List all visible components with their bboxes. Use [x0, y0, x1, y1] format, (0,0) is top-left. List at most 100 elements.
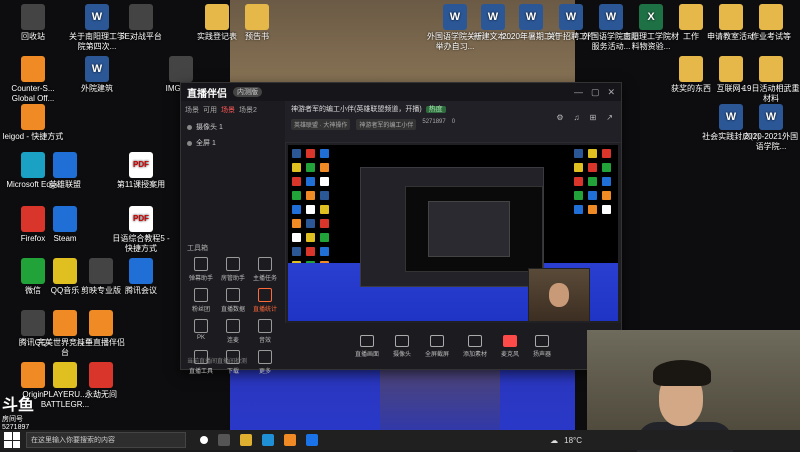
- app-logo: 直播伴侣: [187, 88, 227, 100]
- counter-icon: [21, 56, 45, 82]
- preview-mini-icon: [292, 219, 301, 228]
- browser-icon[interactable]: [306, 434, 318, 446]
- room-category[interactable]: 英雄联盟 · 大神操作: [291, 119, 351, 130]
- desktop-icon-label: 永劫无间: [85, 390, 117, 399]
- tool-icon: [258, 257, 272, 271]
- desktop-icon-zuoye[interactable]: 作业考试等: [740, 4, 800, 42]
- preview-mini-icon: [306, 163, 315, 172]
- control-button[interactable]: 添加素材: [463, 334, 488, 358]
- source-item[interactable]: 全屏 1: [181, 135, 285, 151]
- pdf1-icon: PDF: [129, 152, 153, 178]
- tool-button[interactable]: 主播任务: [249, 257, 281, 282]
- control-icon: [359, 334, 374, 347]
- tool-button[interactable]: 更多: [249, 350, 281, 375]
- app-titlebar[interactable]: 直播伴侣 内测版 — ▢ ✕: [181, 83, 621, 101]
- tool-button[interactable]: 音效: [249, 319, 281, 344]
- desktop-icon-leigod[interactable]: leigod - 快捷方式: [2, 104, 64, 142]
- desktop-icon-lol[interactable]: 英雄联盟: [34, 152, 96, 190]
- control-button[interactable]: 直播画面: [355, 334, 379, 358]
- desktop-icon-waijiao[interactable]: W 外院建筑: [66, 56, 128, 94]
- tool-button[interactable]: 直播统计: [249, 288, 281, 313]
- task-view-icon[interactable]: [218, 434, 230, 446]
- desktop-icon-tencentmeet[interactable]: 腾讯会议: [110, 258, 172, 296]
- control-button[interactable]: 摄像头: [393, 334, 411, 358]
- app-left-panel: 场景 可用 场景 场景2 摄像头 1 全屏 1 工具箱 弹幕助手 房管助手 主播任务 粉丝团直…: [181, 101, 286, 375]
- desktop-icon-19ri[interactable]: 19日活动相武重材料: [740, 56, 800, 104]
- room-name[interactable]: 神游者军的编工小伴: [356, 119, 417, 130]
- zuoye-icon: [759, 4, 783, 30]
- preview-mini-icon: [574, 191, 583, 200]
- scene-tab[interactable]: 场景: [221, 105, 235, 115]
- tool-button[interactable]: 粉丝团: [185, 288, 217, 313]
- desktop-icon-label: 预告书: [245, 32, 269, 41]
- visibility-icon[interactable]: [187, 140, 192, 146]
- version-badge: 内测版: [233, 87, 262, 97]
- cortana-icon[interactable]: [200, 436, 208, 444]
- desktop-icon-yongjie[interactable]: 永劫无间: [70, 362, 132, 400]
- tool-icon: [226, 319, 240, 333]
- file-explorer-icon[interactable]: [240, 434, 252, 446]
- preview-mini-icon: [574, 177, 583, 186]
- source-item[interactable]: 摄像头 1: [181, 119, 285, 135]
- share-icon[interactable]: ↗: [606, 113, 613, 122]
- desktop-icon-yugao[interactable]: 预告书: [226, 4, 288, 42]
- edge-icon[interactable]: [262, 434, 274, 446]
- preview-mini-icon: [292, 205, 301, 214]
- doc1-icon: W: [85, 4, 109, 30]
- tool-label: 下载: [226, 369, 239, 375]
- room-tag: 热度: [425, 106, 446, 113]
- img-icon: [169, 56, 193, 82]
- tool-button[interactable]: 连麦: [217, 319, 249, 344]
- steam-icon: [53, 206, 77, 232]
- room-info-bar: 神游者军的编工小伴(英雄联盟频道，开播) 热度 英雄联盟 · 大神操作 神游者军的…: [285, 101, 621, 143]
- desktop-icon-recycle[interactable]: 回收站: [2, 4, 64, 42]
- visibility-icon[interactable]: [187, 124, 192, 130]
- live-streaming-app-window[interactable]: 直播伴侣 内测版 — ▢ ✕ 场景 可用 场景 场景2 摄像头 1 全屏 1 工具箱 弹幕助…: [180, 82, 622, 375]
- tool-button[interactable]: PK: [185, 319, 217, 344]
- taskbar-search-input[interactable]: 在这里输入你要搜索的内容: [26, 432, 186, 448]
- desktop-icon-2020[interactable]: W 2020-2021外国语学院...: [740, 104, 800, 152]
- scene-tab[interactable]: 可用: [203, 105, 217, 115]
- settings-icon[interactable]: ⚙: [556, 113, 563, 122]
- desktop-icon-steam[interactable]: Steam: [34, 206, 96, 244]
- nested-preview-window-3: [428, 201, 510, 257]
- desktop-icon-5e[interactable]: 5E对战平台: [110, 4, 172, 42]
- tool-label: PK: [196, 335, 205, 341]
- desktop-icon-pdf2[interactable]: PDF 日语综合教程5 - 快捷方式: [110, 206, 172, 254]
- minimize-icon[interactable]: —: [574, 87, 583, 98]
- preview-mini-icon: [320, 177, 329, 186]
- source-label: 全屏 1: [196, 140, 216, 147]
- tool-button[interactable]: 弹幕助手: [185, 257, 217, 282]
- scene-tab[interactable]: 场景: [185, 105, 199, 115]
- maximize-icon[interactable]: ▢: [591, 87, 600, 98]
- tool-button[interactable]: 直播数据: [217, 288, 249, 313]
- preview-mini-icon: [320, 247, 329, 256]
- desktop-icon-label: 作业考试等: [751, 32, 791, 41]
- control-label: 添加素材: [463, 351, 488, 358]
- tool-button[interactable]: 房管助手: [217, 257, 249, 282]
- scene-tab[interactable]: 场景2: [239, 105, 257, 115]
- 2020-icon: W: [759, 104, 783, 130]
- tool-label: 音效: [258, 338, 271, 344]
- tool-icon: [258, 288, 272, 302]
- close-icon[interactable]: ✕: [607, 87, 615, 98]
- music-icon[interactable]: ♫: [574, 113, 580, 122]
- layout-icon[interactable]: ⊞: [590, 113, 597, 122]
- preview-mini-icon: [292, 149, 301, 158]
- control-button[interactable]: 全屏截屏: [425, 334, 449, 358]
- desktop-icon-label: Counter-S... Global Off...: [11, 84, 55, 103]
- douyu-icon[interactable]: [284, 434, 296, 446]
- tool-label: 更多: [258, 369, 271, 375]
- preview-mini-icon: [574, 163, 583, 172]
- desktop-icon-label: 回收站: [21, 32, 45, 41]
- desktop-icon-pdf1[interactable]: PDF 第11课授案用: [110, 152, 172, 190]
- preview-mini-icon: [588, 191, 597, 200]
- windows-start-icon[interactable]: [4, 432, 20, 448]
- nested-preview-window-2: [405, 186, 543, 272]
- control-button[interactable]: 扬声器: [533, 334, 552, 358]
- desktop-icon-counter[interactable]: Counter-S... Global Off...: [2, 56, 64, 104]
- control-label: 扬声器: [533, 351, 552, 358]
- control-button[interactable]: 麦克风: [501, 334, 519, 358]
- desktop-icon-douyu[interactable]: 斗鱼直播伴侣: [70, 310, 132, 348]
- weather-temp[interactable]: 18°C: [564, 436, 582, 445]
